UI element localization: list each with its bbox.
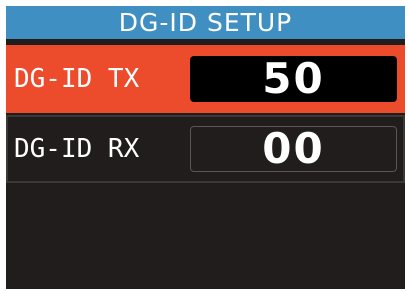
dgid-rx-row[interactable]: DG-ID RX 00 [6, 115, 405, 183]
dgid-setup-screen: DG-ID SETUP DG-ID TX 50 DG-ID RX 00 [6, 6, 405, 289]
dgid-rx-value-field[interactable]: 00 [190, 126, 397, 172]
dgid-tx-value: 50 [262, 54, 325, 103]
dgid-tx-row[interactable]: DG-ID TX 50 [6, 45, 405, 113]
dgid-rx-label: DG-ID RX [14, 134, 140, 164]
dgid-tx-value-field[interactable]: 50 [190, 56, 397, 102]
title-bar: DG-ID SETUP [6, 6, 405, 39]
page-title: DG-ID SETUP [118, 8, 293, 37]
dgid-rx-value: 00 [262, 124, 325, 173]
dgid-tx-label: DG-ID TX [14, 64, 140, 94]
